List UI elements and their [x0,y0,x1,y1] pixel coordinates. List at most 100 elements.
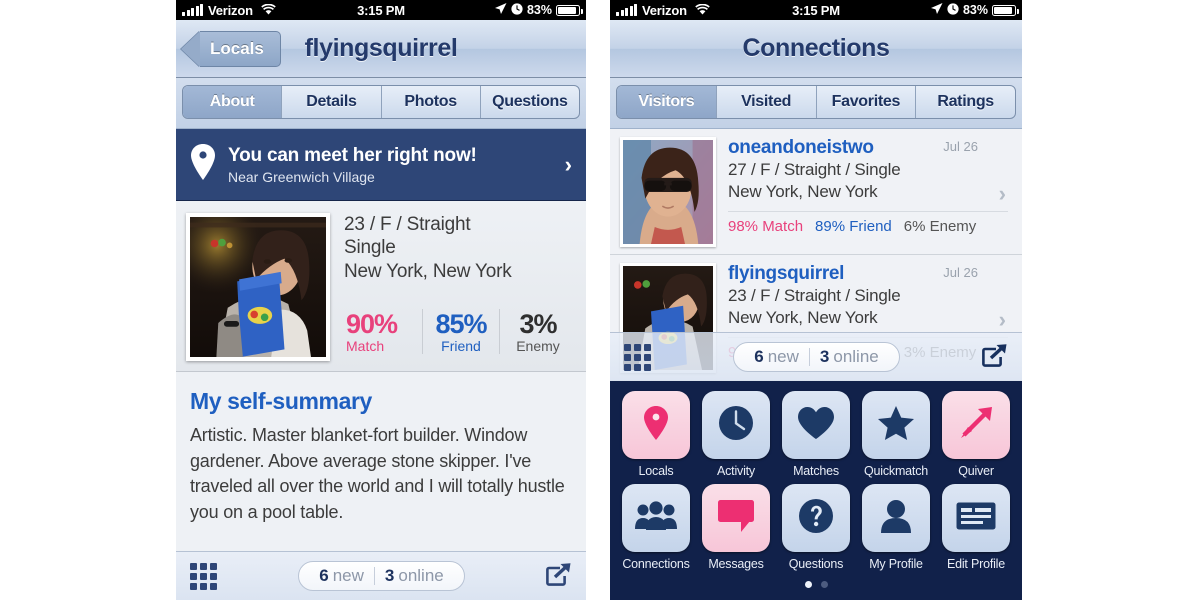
battery-icon [992,4,1019,16]
chevron-right-icon: › [564,151,572,177]
connections-list: Jul 26 oneandoneistwo 27 / F / Straight … [610,129,1022,381]
location: New York, New York [728,307,878,327]
match-stat: 98% Match [728,217,804,235]
app-tile [622,391,690,459]
self-summary-heading: My self-summary [190,388,372,414]
visit-date: Jul 26 [943,265,978,280]
tab-favorites[interactable]: Favorites [815,86,916,118]
app-launcher-grid: Locals Activity Matches Quickmatch Quive… [610,381,1022,600]
edit-card-icon [956,502,996,535]
bottom-toolbar: 6 new 3 online [610,332,1022,381]
new-online-pill[interactable]: 6 new 3 online [298,561,465,591]
profile-meta: 23 / F / Straight Single New York, New Y… [330,213,576,361]
list-item-meta: Jul 26 oneandoneistwo 27 / F / Straight … [716,137,1012,248]
page-dot-2[interactable] [820,581,828,588]
heart-icon [797,406,835,445]
chat-bubble-icon [717,499,755,538]
app-activity[interactable]: Activity [696,391,776,484]
people-group-icon [635,500,677,536]
page-dots[interactable] [616,577,1016,594]
self-summary-section: My self-summary Artistic. Master blanket… [176,372,586,551]
list-item[interactable]: Jul 26 oneandoneistwo 27 / F / Straight … [610,129,1022,255]
app-locals[interactable]: Locals [616,391,696,484]
alarm-clock-icon [947,2,959,18]
new-label: new [332,566,364,585]
match-value: 90% [346,309,398,340]
status-bar-right: 83% [930,2,1019,18]
tab-visited[interactable]: Visited [715,86,816,118]
enemy-stat[interactable]: 3% Enemy [499,309,576,355]
new-online-pill[interactable]: 6 new 3 online [733,342,900,372]
battery-percent-label: 83% [526,3,552,17]
app-tile [862,484,930,552]
app-label: Questions [788,557,844,571]
match-label: Match [346,338,385,355]
phone-left-profile-screen: Verizon 3:15 PM 83% Locals flyingsquirre… [176,0,586,600]
meet-banner-subtitle: Near Greenwich Village [228,168,375,185]
grid-icon[interactable] [190,562,217,590]
segmented-tab-bar: Visitors Visited Favorites Ratings [610,78,1022,129]
app-matches[interactable]: Matches [776,391,856,484]
meet-banner-title: You can meet her right now! [228,144,477,166]
friend-stat[interactable]: 85% Friend [422,309,499,355]
friend-label: Friend [441,338,481,355]
app-quiver[interactable]: Quiver [936,391,1016,484]
profile-summary-card: 23 / F / Straight Single New York, New Y… [176,201,586,372]
phone-right-connections-screen: Verizon 3:15 PM 83% Connections Visitors… [610,0,1022,600]
app-tile [702,391,770,459]
app-label: Locals [638,464,674,478]
app-tile [862,391,930,459]
location: New York, New York [728,181,878,201]
status-bar-right: 83% [494,2,583,18]
avatar[interactable] [620,137,716,247]
location-arrow-icon [930,2,943,18]
online-label: online [398,566,444,585]
profile-photo[interactable] [186,213,330,361]
profile-line-3: New York, New York [344,260,512,282]
tab-ratings[interactable]: Ratings [915,86,1015,118]
match-stat[interactable]: 90% Match [344,309,422,354]
back-button-locals[interactable]: Locals [200,30,281,67]
demographics: 23 / F / Straight / Single [728,286,901,305]
app-tile [782,391,850,459]
app-tile [942,484,1010,552]
page-dot-1[interactable] [804,581,812,588]
app-label: Activity [717,464,755,478]
app-my-profile[interactable]: My Profile [856,484,936,577]
bottom-toolbar: 6 new 3 online [176,551,586,600]
app-label: My Profile [869,557,923,571]
demographics: 27 / F / Straight / Single [728,160,901,179]
new-count: 6 [754,347,764,366]
chevron-right-icon: › [998,181,1006,206]
share-icon[interactable] [982,343,1008,372]
question-mark-icon [798,498,834,539]
app-row-2: Connections Messages Questions My Profil… [616,484,1016,577]
segmented-tab-bar: About Details Photos Questions [176,78,586,129]
grid-icon[interactable] [624,343,651,371]
tabs-group: Visitors Visited Favorites Ratings [616,85,1016,119]
nav-bar: Locals flyingsquirrel [176,20,586,78]
page-title: Connections [742,34,890,62]
app-edit-profile[interactable]: Edit Profile [936,484,1016,577]
battery-icon [556,4,583,16]
arrow-up-right-icon [958,405,994,446]
share-icon[interactable] [546,562,572,591]
app-messages[interactable]: Messages [696,484,776,577]
match-percentages: 90% Match 85% Friend 3% Enemy [344,309,576,355]
app-quickmatch[interactable]: Quickmatch [856,391,936,484]
tab-questions[interactable]: Questions [479,86,579,118]
map-pin-icon [190,143,216,186]
tab-visitors[interactable]: Visitors [617,86,716,118]
self-summary-body: Artistic. Master blanket-fort builder. W… [190,425,565,522]
tab-photos[interactable]: Photos [380,86,480,118]
clock-icon [718,405,754,446]
new-label: new [767,347,799,366]
app-questions[interactable]: Questions [776,484,856,577]
tab-about[interactable]: About [183,86,282,118]
meet-now-banner[interactable]: You can meet her right now! Near Greenwi… [176,129,586,201]
tab-details[interactable]: Details [281,86,380,118]
profile-line-1: 23 / F / Straight [344,214,471,235]
app-connections[interactable]: Connections [616,484,696,577]
app-label: Messages [708,557,764,571]
app-tile [782,484,850,552]
